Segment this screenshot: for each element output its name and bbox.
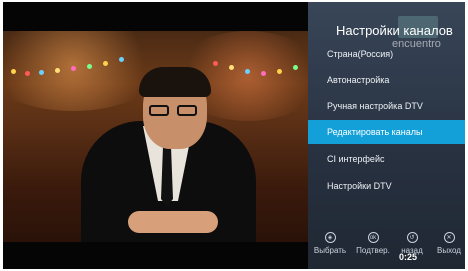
ok-icon: ok: [367, 232, 379, 243]
menu-title: Настройки каналов: [336, 23, 453, 38]
hint-confirm-label: Подтвер.: [356, 246, 390, 255]
channel-settings-menu: encuentro Настройки каналов Страна(Росси…: [308, 2, 465, 269]
menu-item-dtv-settings[interactable]: Настройки DTV: [308, 174, 465, 198]
person-hair: [139, 67, 211, 97]
menu-item-auto-tuning[interactable]: Автонастройка: [308, 68, 465, 92]
hint-confirm: ok Подтвер.: [354, 232, 392, 255]
menu-timer: 0:25: [399, 252, 418, 262]
back-icon: ↺: [406, 232, 418, 243]
menu-item-ci-interface[interactable]: CI интерфейс: [308, 147, 465, 171]
menu-item-edit-channels[interactable]: Редактировать каналы: [308, 120, 465, 144]
hint-select: ◈ Выбрать: [312, 232, 348, 255]
person-hands: [128, 211, 218, 233]
hint-select-label: Выбрать: [313, 246, 347, 255]
menu-item-manual-tuning-dtv[interactable]: Ручная настройка DTV: [308, 94, 465, 118]
tv-screen: encuentro Настройки каналов Страна(Росси…: [3, 2, 465, 269]
menu-item-country[interactable]: Страна(Россия): [308, 42, 465, 66]
hint-exit-label: Выход: [437, 246, 461, 255]
exit-icon: ✕: [443, 232, 455, 243]
hint-exit: ✕ Выход: [434, 232, 464, 255]
video-preview: [3, 31, 308, 242]
select-icon: ◈: [324, 232, 336, 243]
person-glasses: [149, 105, 201, 117]
